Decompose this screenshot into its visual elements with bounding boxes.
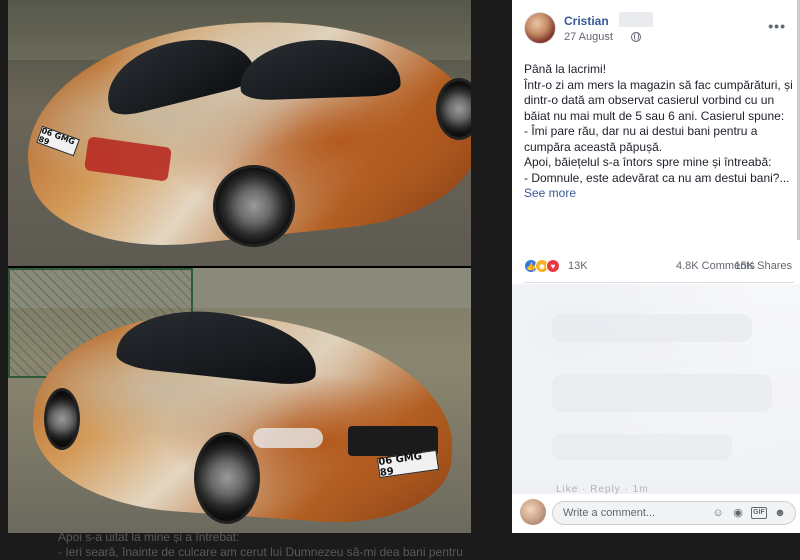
blurred-comment	[552, 314, 752, 342]
see-more-link[interactable]: See more	[524, 186, 576, 200]
reaction-icons[interactable]: 👍 ☻ ♥	[524, 259, 560, 273]
user-avatar	[520, 499, 546, 525]
post-text-line: Într-o zi am mers la magazin să fac cump…	[524, 77, 793, 123]
background-post-text: Apoi s-a uitat la mine și a întrebat: - …	[58, 530, 478, 560]
post-text-line: Până la lacrimi!	[524, 62, 607, 76]
rear-wheel	[44, 388, 80, 450]
comment-composer: Write a comment... ☺ ◉ GIF ☻	[520, 497, 796, 529]
post-text-line: - Îmi pare rău, dar nu ai destui bani pe…	[524, 124, 758, 154]
comment-input[interactable]: Write a comment... ☺ ◉ GIF ☻	[552, 501, 796, 525]
background-text-line: - Ieri seară, înainte de culcare am ceru…	[58, 545, 463, 559]
blurred-comment	[552, 374, 772, 412]
gif-icon[interactable]: GIF	[751, 507, 767, 519]
car-photo-bottom: 06 GMG 89	[8, 268, 471, 533]
sticker-icon[interactable]: ☻	[773, 506, 787, 520]
author-avatar[interactable]	[524, 12, 556, 44]
post-header: Cristian 27 August •••	[524, 12, 794, 48]
rear-wheel	[213, 165, 295, 247]
globe-icon	[631, 32, 641, 42]
camera-icon[interactable]: ◉	[731, 506, 745, 520]
comment-input-icons: ☺ ◉ GIF ☻	[711, 506, 787, 520]
reactions-bar: 👍 ☻ ♥ 13K 4.8K Comments 15K Shares	[524, 259, 794, 277]
love-reaction-icon: ♥	[546, 259, 560, 273]
post-text-line: - Domnule, este adevărat ca nu am destui…	[524, 170, 790, 185]
comment-placeholder: Write a comment...	[563, 507, 656, 519]
car-photo-top: 06 GMG 89	[8, 0, 471, 266]
divider	[524, 282, 794, 283]
emoji-icon[interactable]: ☺	[711, 506, 725, 520]
comment-actions[interactable]: Like · Reply · 1m	[556, 484, 649, 495]
front-wheel	[194, 432, 260, 524]
more-options-icon[interactable]: •••	[768, 18, 786, 34]
photo-viewer[interactable]: 06 GMG 89 06 GMG 89	[8, 0, 471, 533]
reactions-count[interactable]: 13K	[568, 260, 588, 272]
author-name[interactable]: Cristian	[564, 14, 609, 28]
headlight	[253, 428, 323, 448]
post-panel: Cristian 27 August ••• Până la lacrimi! …	[512, 0, 800, 533]
author-name-redacted	[619, 12, 653, 27]
post-text-line: Apoi, băiețelul s-a întors spre mine și …	[524, 155, 772, 169]
blurred-comment	[552, 434, 732, 460]
blurred-comments-area	[512, 284, 800, 494]
post-date[interactable]: 27 August	[564, 31, 613, 43]
post-body: Până la lacrimi! Într-o zi am mers la ma…	[524, 62, 794, 202]
shares-count[interactable]: 15K Shares	[735, 260, 792, 272]
